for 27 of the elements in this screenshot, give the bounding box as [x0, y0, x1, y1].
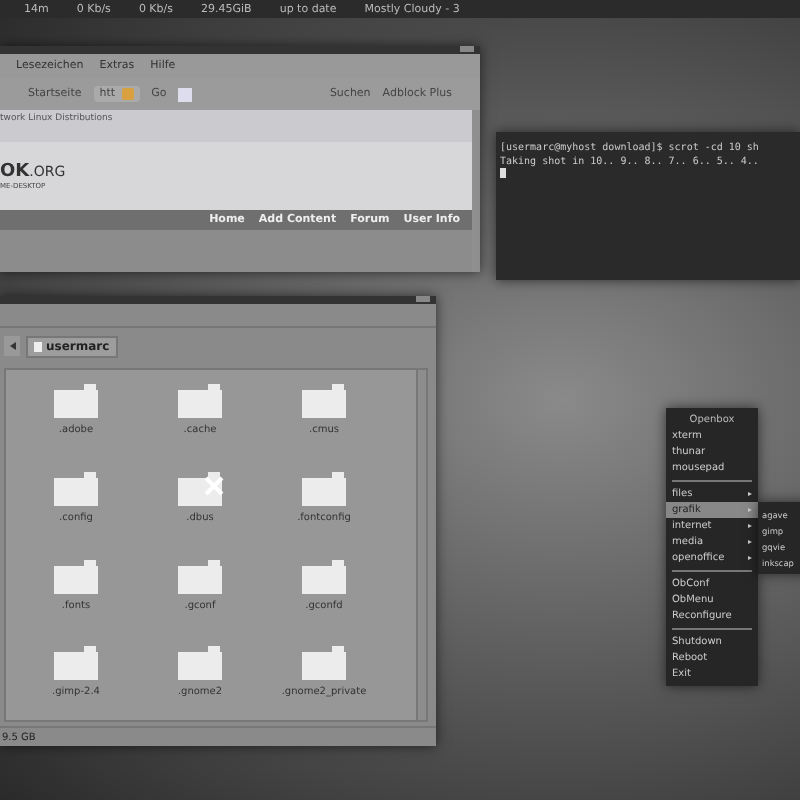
folder-icon [54, 644, 98, 681]
folder-icon [302, 469, 346, 506]
folder-icon [302, 644, 346, 681]
folder-icon [54, 557, 98, 593]
folder-icon [178, 557, 222, 593]
submenu-arrow-icon [748, 508, 752, 512]
window-buttons-icon[interactable] [460, 46, 474, 52]
folder-icon [302, 557, 346, 593]
folder-icon [178, 469, 222, 506]
search-engine-icon[interactable] [178, 87, 193, 101]
scrollbar[interactable] [416, 370, 426, 720]
x-cursor-icon [204, 476, 224, 496]
terminal-cursor [500, 168, 506, 178]
window-buttons-icon[interactable] [416, 296, 430, 302]
home-icon [34, 341, 42, 351]
submenu-arrow-icon [748, 524, 752, 528]
back-button[interactable] [4, 336, 20, 356]
folder-icon [178, 644, 222, 681]
folder-icon [178, 382, 222, 418]
back-arrow-icon [9, 342, 15, 350]
submenu-arrow-icon [748, 492, 752, 496]
folder-icon [54, 469, 98, 506]
submenu-arrow-icon [748, 540, 752, 544]
folder-icon [54, 382, 98, 418]
folder-icon [302, 382, 346, 418]
submenu-arrow-icon [748, 556, 752, 560]
rss-icon [121, 88, 134, 100]
